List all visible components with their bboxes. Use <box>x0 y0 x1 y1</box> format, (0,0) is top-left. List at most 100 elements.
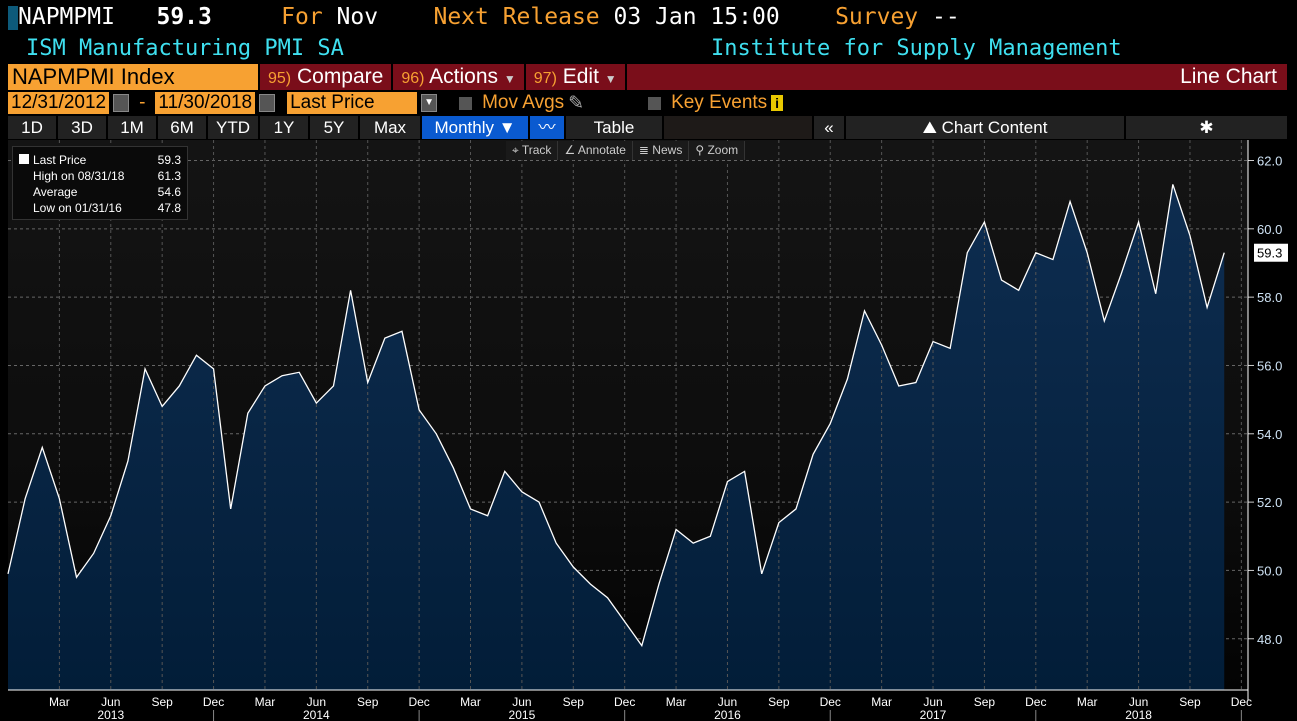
for-label: For <box>281 4 323 30</box>
x-tick-label: Mar <box>49 695 70 709</box>
start-date-input[interactable]: 12/31/2012 <box>8 92 110 114</box>
x-tick-label: Mar <box>1077 695 1098 709</box>
x-tick-label: Dec <box>1025 695 1046 709</box>
x-year-label: 2016 <box>714 708 741 721</box>
header-line: NAPMPMI 59.3 For Nov Next Release 03 Jan… <box>8 4 960 34</box>
track-button[interactable]: ⌖ Track <box>506 141 559 160</box>
x-year-label: 2014 <box>303 708 330 721</box>
ticker: NAPMPMI <box>18 4 115 30</box>
dropdown-icon[interactable]: ▼ <box>421 94 438 112</box>
frequency-select[interactable]: Monthly ▼ <box>422 116 528 139</box>
period-ytd[interactable]: YTD <box>208 116 258 139</box>
mov-avgs-checkbox[interactable] <box>459 96 473 110</box>
compare-num: 95) <box>268 70 292 87</box>
compare-label: Compare <box>296 65 384 88</box>
last-value: 59.3 <box>156 4 212 30</box>
y-tick-label: 62.0 <box>1257 153 1282 168</box>
actions-button[interactable]: 96) Actions ▼ <box>393 64 524 90</box>
y-tick-label: 52.0 <box>1257 495 1282 510</box>
compare-button[interactable]: 95) Compare <box>260 64 392 90</box>
legend-average: Average 54.6 <box>19 184 181 200</box>
legend-value: 61.3 <box>157 169 181 183</box>
end-date-input[interactable]: 11/30/2018 <box>155 92 256 114</box>
x-tick-label: Sep <box>563 695 585 709</box>
y-tick-label: 56.0 <box>1257 358 1282 373</box>
edit-label: Edit <box>562 65 599 88</box>
period-5y[interactable]: 5Y <box>310 116 358 139</box>
period-6m[interactable]: 6M <box>158 116 206 139</box>
x-year-label: 2015 <box>509 708 536 721</box>
calendar-icon[interactable] <box>113 94 130 112</box>
x-tick-label: Dec <box>820 695 841 709</box>
x-tick-label: Sep <box>974 695 996 709</box>
field-select[interactable]: Last Price <box>287 92 418 114</box>
actions-num: 96) <box>401 70 425 87</box>
key-events-checkbox[interactable] <box>648 96 662 110</box>
x-tick-label: Dec <box>614 695 635 709</box>
line-chart-icon[interactable]: 〰 <box>530 116 564 139</box>
x-tick-label: Jun <box>101 695 120 709</box>
legend-value: 54.6 <box>157 185 181 199</box>
info-icon[interactable]: i <box>771 95 784 111</box>
period-3d[interactable]: 3D <box>58 116 106 139</box>
x-tick-label: Dec <box>1231 695 1252 709</box>
x-tick-label: Mar <box>255 695 276 709</box>
legend-label: Last Price <box>33 153 87 167</box>
survey-label: Survey <box>835 4 919 30</box>
period-1m[interactable]: 1M <box>108 116 156 139</box>
chart-icon: ⛰ <box>922 118 942 137</box>
x-tick-label: Jun <box>307 695 326 709</box>
y-tick-label: 58.0 <box>1257 290 1282 305</box>
x-year-label: 2018 <box>1125 708 1152 721</box>
x-year-label: 2017 <box>920 708 947 721</box>
x-tick-label: Sep <box>1179 695 1201 709</box>
index-input[interactable]: NAPMPMI Index <box>8 64 258 90</box>
y-tick-label: 54.0 <box>1257 427 1282 442</box>
y-tick-label: 50.0 <box>1257 563 1282 578</box>
legend-label: High on 08/31/18 <box>33 169 125 183</box>
period-max[interactable]: Max <box>360 116 420 139</box>
legend-value: 47.8 <box>157 201 181 215</box>
chart-content-button[interactable]: ⛰ Chart Content <box>846 116 1124 139</box>
x-tick-label: Jun <box>512 695 531 709</box>
source-name: Institute for Supply Management <box>711 36 1122 61</box>
calendar-icon[interactable] <box>259 94 276 112</box>
edit-button[interactable]: 97) Edit ▼ <box>525 64 625 90</box>
legend-label: Low on 01/31/16 <box>33 201 122 215</box>
settings-button[interactable]: ✱ <box>1126 116 1287 139</box>
x-tick-label: Jun <box>1129 695 1148 709</box>
legend-high: High on 08/31/18 61.3 <box>19 168 181 184</box>
zoom-button[interactable]: ⚲ Zoom <box>689 141 746 160</box>
mov-avgs-label: Mov Avgs <box>482 92 565 113</box>
legend-value: 59.3 <box>157 153 181 167</box>
collapse-button[interactable]: « <box>814 116 844 139</box>
last-value-label: 59.3 <box>1257 246 1282 261</box>
gear-icon: ✱ <box>1199 118 1214 137</box>
table-button[interactable]: Table <box>566 116 662 139</box>
period-1d[interactable]: 1D <box>8 116 56 139</box>
chart-content-label: Chart Content <box>941 118 1048 137</box>
next-release-label: Next Release <box>433 4 600 30</box>
chart-type-label: Line Chart <box>626 64 1287 90</box>
survey-value: -- <box>932 4 960 30</box>
legend-last-price[interactable]: Last Price 59.3 <box>19 152 181 168</box>
news-button[interactable]: ≣ News <box>633 141 690 160</box>
annotate-button[interactable]: ∠ Annotate <box>558 141 633 160</box>
x-year-label: 2013 <box>97 708 124 721</box>
x-tick-label: Mar <box>871 695 892 709</box>
y-tick-label: 60.0 <box>1257 222 1282 237</box>
x-tick-label: Mar <box>460 695 481 709</box>
pencil-icon[interactable]: ✎ <box>568 92 584 115</box>
chart-area[interactable]: 48.0 50.0 52.0 54.0 56.0 58.0 60.0 62.0 Mar Jun Se… <box>0 140 1297 721</box>
chart-tools: ⌖ Track ∠ Annotate ≣ News ⚲ Zoom <box>506 141 746 160</box>
legend-label: Average <box>33 185 78 199</box>
legend: Last Price 59.3 High on 08/31/18 61.3 Aver… <box>12 146 188 220</box>
x-tick-label: Dec <box>408 695 429 709</box>
x-tick-label: Mar <box>666 695 687 709</box>
x-tick-label: Jun <box>718 695 737 709</box>
legend-low: Low on 01/31/16 47.8 <box>19 200 181 216</box>
period-1y[interactable]: 1Y <box>260 116 308 139</box>
key-events-label: Key Events <box>671 92 768 113</box>
x-tick-label: Sep <box>357 695 379 709</box>
date-separator: - <box>139 92 146 113</box>
